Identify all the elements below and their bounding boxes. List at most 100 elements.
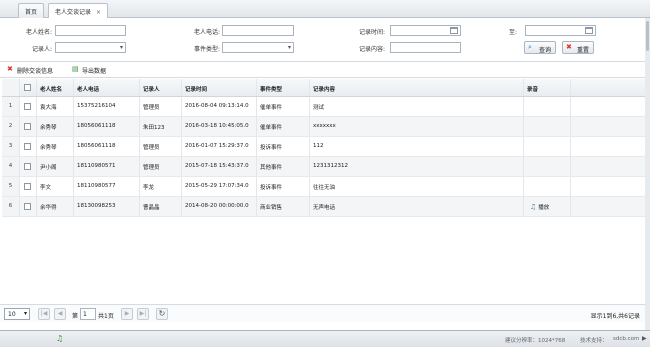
name-input[interactable] [55, 25, 126, 36]
delete-icon: ✖ [7, 65, 13, 73]
cell-content: 1231312312 [310, 157, 524, 176]
cell-type: 投诉事件 [257, 137, 310, 156]
name-label: 老人姓名: [25, 29, 52, 36]
search-button[interactable]: ⌕ 查询 [524, 41, 557, 54]
support-company: sdcb.com [613, 336, 640, 342]
search-icon: ⌕ [528, 43, 532, 51]
table-row[interactable]: 5 李文 18110980577 李龙 2015-05-29 17:07:34.0 投诉事… [2, 177, 645, 197]
reset-button[interactable]: ✖ 重置 [562, 41, 595, 54]
cell-type: 其他事件 [257, 157, 310, 176]
cell-time: 2015-07-18 15:43:37.0 [182, 157, 257, 176]
cell-phone: 18056061118 [74, 117, 140, 136]
audio-play-link[interactable]: 播放 [538, 205, 549, 211]
calendar-icon[interactable] [450, 27, 458, 34]
support-label: 技术支持： [580, 338, 608, 344]
phone-input[interactable] [222, 25, 294, 36]
cell-phone: 18056061118 [74, 137, 140, 156]
cell-name: 余华得 [37, 197, 74, 216]
vertical-scrollbar[interactable] [645, 18, 650, 330]
table-row[interactable]: 3 余秀琴 18056061118 管理员 2016-01-07 15:29:37.0 投… [2, 137, 645, 157]
cell-type: 商业销售 [257, 197, 310, 216]
row-number: 6 [2, 197, 20, 216]
pagination-bar: 10 |◀ ◀ 第 1 共1页 ▶ ▶| ↻ 显示1到6,共6记录 [0, 304, 645, 322]
col-header-audio[interactable]: 录音 [524, 79, 571, 96]
tab-talk-records-label: 老人交谈记录 [55, 9, 92, 16]
cell-name: 李文 [37, 177, 74, 196]
col-header-phone[interactable]: 老人电话 [74, 79, 140, 96]
recorder-select[interactable] [55, 42, 126, 53]
grid-header: 老人姓名 老人电话 记录人 记录时间 事件类型 记录内容 录音 [2, 79, 645, 97]
page-prefix: 第 [72, 313, 79, 320]
col-header-name[interactable]: 老人姓名 [37, 79, 74, 96]
delete-button-label: 删除交谈信息 [17, 68, 54, 75]
col-header-content[interactable]: 记录内容 [310, 79, 524, 96]
scrollbar-thumb[interactable] [646, 21, 649, 51]
table-row[interactable]: 4 尹小阁 18110980571 管理员 2015-07-18 15:43:37.0 其… [2, 157, 645, 177]
cell-time: 2016-08-04 09:13:14.0 [182, 97, 257, 116]
cell-audio [524, 97, 571, 116]
time-start-input[interactable] [390, 25, 461, 36]
cell-audio[interactable]: ♫ 播放 [524, 197, 571, 216]
table-row[interactable]: 1 袁大海 15375216104 管理员 2016-08-04 09:13:14.0 催… [2, 97, 645, 117]
next-page-button[interactable]: ▶ [121, 308, 133, 320]
next-page-icon: ▶ [124, 310, 130, 317]
row-checkbox[interactable] [24, 163, 31, 170]
cell-recorder: 曹晶晶 [140, 197, 182, 216]
last-page-button[interactable]: ▶| [137, 308, 149, 320]
last-page-icon: ▶| [139, 310, 147, 317]
cell-recorder: 朱田123 [140, 117, 182, 136]
row-select-cell [20, 117, 37, 136]
calendar-icon[interactable] [585, 27, 593, 34]
event-type-select[interactable] [222, 42, 294, 53]
row-select-cell [20, 157, 37, 176]
col-header-type[interactable]: 事件类型 [257, 79, 310, 96]
page-size-value: 10 [8, 311, 16, 318]
page-total: 共1页 [98, 313, 114, 320]
table-row[interactable]: 6 余华得 18130098253 曹晶晶 2014-08-20 00:00:00.0 商… [2, 197, 645, 217]
page-size-select[interactable]: 10 [4, 308, 30, 320]
expand-arrow-icon[interactable]: ▶ [642, 335, 647, 342]
cell-time: 2014-08-20 00:00:00.0 [182, 197, 257, 216]
page-number-input[interactable]: 1 [80, 308, 96, 320]
cell-name: 余秀琴 [37, 137, 74, 156]
delete-button[interactable]: ✖ 删除交谈信息 [7, 65, 54, 75]
cell-recorder: 管理员 [140, 97, 182, 116]
row-checkbox[interactable] [24, 183, 31, 190]
cell-recorder: 管理员 [140, 157, 182, 176]
content-label: 记录内容: [358, 46, 385, 53]
row-select-cell [20, 197, 37, 216]
refresh-button[interactable]: ↻ [156, 308, 168, 320]
cell-type: 投诉事件 [257, 177, 310, 196]
cell-name: 袁大海 [37, 97, 74, 116]
row-checkbox[interactable] [24, 143, 31, 150]
search-form: 老人姓名: 老人电话: 记录时间: 至: 记录人: 事件类型: 记录内容: ⌕ 查… [0, 18, 650, 60]
select-all-checkbox[interactable] [24, 84, 31, 91]
first-page-button[interactable]: |◀ [38, 308, 50, 320]
event-type-label: 事件类型: [193, 46, 220, 53]
time-end-input[interactable] [525, 25, 596, 36]
col-header-time[interactable]: 记录时间 [182, 79, 257, 96]
cell-recorder: 管理员 [140, 137, 182, 156]
row-checkbox[interactable] [24, 203, 31, 210]
cell-content: 112 [310, 137, 524, 156]
row-checkbox[interactable] [24, 123, 31, 130]
cell-name: 尹小阁 [37, 157, 74, 176]
tab-talk-records[interactable]: 老人交谈记录 × [48, 3, 109, 19]
recorder-label: 记录人: [31, 46, 52, 53]
prev-page-button[interactable]: ◀ [54, 308, 66, 320]
select-all-cell [20, 79, 37, 96]
export-button[interactable]: ▤ 导出数据 [72, 65, 106, 75]
row-checkbox[interactable] [24, 103, 31, 110]
col-header-recorder[interactable]: 记录人 [140, 79, 182, 96]
bell-icon[interactable]: ♫ [56, 334, 63, 343]
close-icon[interactable]: × [96, 9, 101, 16]
refresh-icon: ↻ [158, 309, 166, 318]
cell-recorder: 李龙 [140, 177, 182, 196]
tab-home[interactable]: 首页 [18, 3, 45, 18]
content-input[interactable] [390, 42, 461, 53]
cell-audio [524, 117, 571, 136]
cell-time: 2016-01-07 15:29:37.0 [182, 137, 257, 156]
table-row[interactable]: 2 余秀琴 18056061118 朱田123 2016-03-18 10:45:05.… [2, 117, 645, 137]
row-number: 2 [2, 117, 20, 136]
cell-audio [524, 157, 571, 176]
